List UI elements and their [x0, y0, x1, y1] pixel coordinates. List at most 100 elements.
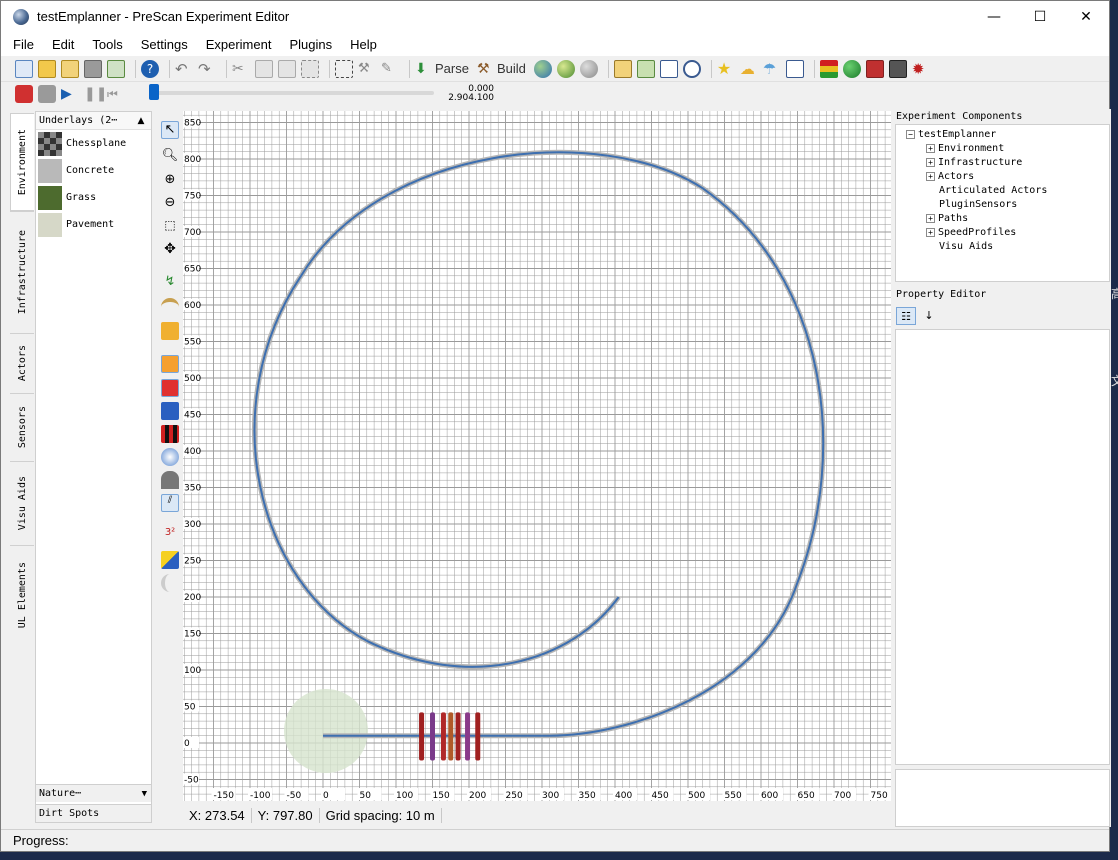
draw-path-icon[interactable]: ↯ — [161, 274, 179, 292]
timeline-slider-thumb[interactable] — [149, 84, 159, 100]
zoom-box-icon[interactable]: ⬚ — [161, 218, 179, 236]
undo-icon[interactable]: ↶ — [175, 60, 193, 78]
tab-infrastructure[interactable]: Infrastructure — [10, 211, 34, 333]
rain-icon[interactable]: ☂ — [763, 60, 781, 78]
parse-icon[interactable]: ⬇ — [415, 60, 433, 78]
property-grid[interactable] — [895, 329, 1110, 765]
arc-icon[interactable] — [161, 574, 179, 592]
grid-canvas-svg[interactable]: -150 -100 -50 0 50 100 150 200 250 300 350 400 450 50… — [183, 107, 893, 802]
measure-icon[interactable]: ⫽ — [161, 494, 179, 512]
object-icon[interactable] — [161, 448, 179, 466]
star-icon[interactable]: ★ — [717, 59, 735, 78]
curve-road-icon[interactable] — [161, 298, 179, 316]
paste-icon[interactable] — [278, 59, 296, 78]
wrench-icon[interactable]: ⚒ — [358, 60, 376, 78]
barrier-object[interactable] — [455, 712, 461, 761]
save-as-icon[interactable] — [107, 59, 125, 78]
clock-icon[interactable] — [682, 59, 701, 78]
zoom-icon[interactable]: 🔍︎ — [161, 148, 179, 166]
menu-edit[interactable]: Edit — [52, 37, 74, 52]
timeline-slider-track[interactable] — [154, 91, 434, 95]
cut-icon[interactable]: ✂ — [232, 60, 250, 78]
select-all-icon[interactable] — [301, 59, 319, 78]
record-icon[interactable] — [15, 85, 33, 103]
connector-icon[interactable] — [161, 322, 179, 340]
menu-file[interactable]: File — [13, 37, 34, 52]
tree-item-infrastructure[interactable]: + Infrastructure — [926, 155, 1022, 169]
barrier-object[interactable] — [440, 712, 446, 761]
open-folder-icon[interactable] — [38, 59, 56, 78]
sort-az-icon[interactable]: ↓ — [919, 307, 939, 325]
help-icon[interactable]: ? — [141, 59, 159, 78]
underlay-item[interactable]: Concrete — [36, 157, 151, 184]
tree-root[interactable]: − testEmplanner — [906, 127, 996, 141]
camera-sensor-icon[interactable] — [161, 355, 179, 373]
pause-icon[interactable]: ❚❚ — [84, 85, 107, 103]
radar-sensor-icon[interactable] — [161, 379, 179, 397]
scroll-up-icon[interactable]: ▲ — [133, 113, 149, 129]
beacon-icon[interactable] — [161, 425, 179, 443]
pointer-tool-icon[interactable]: ↖ — [161, 121, 179, 139]
color-icon[interactable] — [161, 551, 179, 569]
lidar-sensor-icon[interactable] — [161, 402, 179, 420]
tree-item-speed-profiles[interactable]: + SpeedProfiles — [926, 225, 1016, 239]
play-icon[interactable]: ▶ — [61, 85, 79, 103]
tools-icon[interactable] — [636, 59, 655, 78]
menu-help[interactable]: Help — [350, 37, 377, 52]
zoom-out-icon[interactable]: ⊖ — [161, 195, 179, 213]
globe-icon[interactable] — [533, 59, 552, 78]
green-globe-icon[interactable] — [842, 59, 861, 78]
expand-icon[interactable]: + — [926, 171, 935, 181]
expand-icon[interactable]: + — [926, 157, 935, 167]
copy-icon[interactable] — [255, 59, 273, 78]
map-canvas[interactable]: -150 -100 -50 0 50 100 150 200 250 300 350 400 450 50… — [183, 107, 893, 802]
scroll-down-icon[interactable]: ▼ — [142, 789, 147, 799]
tab-environment[interactable]: Environment — [10, 113, 34, 211]
maximize-button[interactable]: ☐ — [1017, 1, 1063, 32]
tree-item-paths[interactable]: + Paths — [926, 211, 968, 225]
reset-icon[interactable] — [38, 85, 56, 103]
terrain-icon[interactable] — [161, 471, 179, 489]
tab-visu-aids[interactable]: Visu Aids — [10, 461, 34, 545]
menu-tools[interactable]: Tools — [92, 37, 122, 52]
expand-icon[interactable]: + — [926, 227, 935, 237]
barrier-object[interactable] — [430, 712, 435, 761]
numbers-icon[interactable]: 3² — [161, 527, 179, 545]
new-experiment-icon[interactable] — [15, 59, 33, 78]
parse-button[interactable]: Parse — [435, 61, 469, 76]
menu-settings[interactable]: Settings — [141, 37, 188, 52]
print-icon[interactable] — [888, 59, 907, 78]
open-recent-icon[interactable] — [61, 59, 79, 78]
pencil-icon[interactable]: ✎ — [381, 60, 399, 78]
close-button[interactable]: ✕ — [1063, 1, 1109, 32]
barrier-object[interactable] — [475, 712, 481, 761]
categorized-icon[interactable]: ☷ — [896, 307, 916, 325]
nature-category[interactable]: Nature⋯ ▼ — [36, 784, 151, 802]
traffic-light-icon[interactable] — [819, 59, 838, 78]
barrier-object[interactable] — [465, 712, 471, 761]
save-icon[interactable] — [84, 59, 102, 78]
menu-experiment[interactable]: Experiment — [206, 37, 272, 52]
spawn-zone[interactable] — [284, 689, 368, 773]
ruler-icon[interactable] — [613, 59, 632, 78]
tree-item-visu-aids[interactable]: Visu Aids — [939, 239, 993, 253]
image-icon[interactable] — [785, 59, 804, 78]
tab-sensors[interactable]: Sensors — [10, 393, 34, 461]
build-hammer-icon[interactable]: ⚒ — [477, 60, 495, 78]
globe-gray-icon[interactable] — [579, 59, 598, 78]
build-button[interactable]: Build — [497, 61, 526, 76]
menu-plugins[interactable]: Plugins — [289, 37, 332, 52]
tab-ul-elements[interactable]: UL Elements — [10, 545, 34, 645]
expand-icon[interactable]: + — [926, 143, 935, 153]
barrier-object[interactable] — [448, 712, 454, 761]
tree-item-articulated-actors[interactable]: Articulated Actors — [939, 183, 1047, 197]
vehicle-icon[interactable] — [865, 59, 884, 78]
tree-item-actors[interactable]: + Actors — [926, 169, 974, 183]
tab-actors[interactable]: Actors — [10, 333, 34, 393]
zoom-in-icon[interactable]: ⊕ — [161, 172, 179, 190]
calendar-icon[interactable] — [659, 59, 678, 78]
weather-icon[interactable]: ☁ — [740, 60, 758, 78]
bug-icon[interactable]: ✹ — [912, 60, 930, 78]
rewind-icon[interactable]: ⏮ — [107, 85, 125, 103]
underlay-item[interactable]: Grass — [36, 184, 151, 211]
